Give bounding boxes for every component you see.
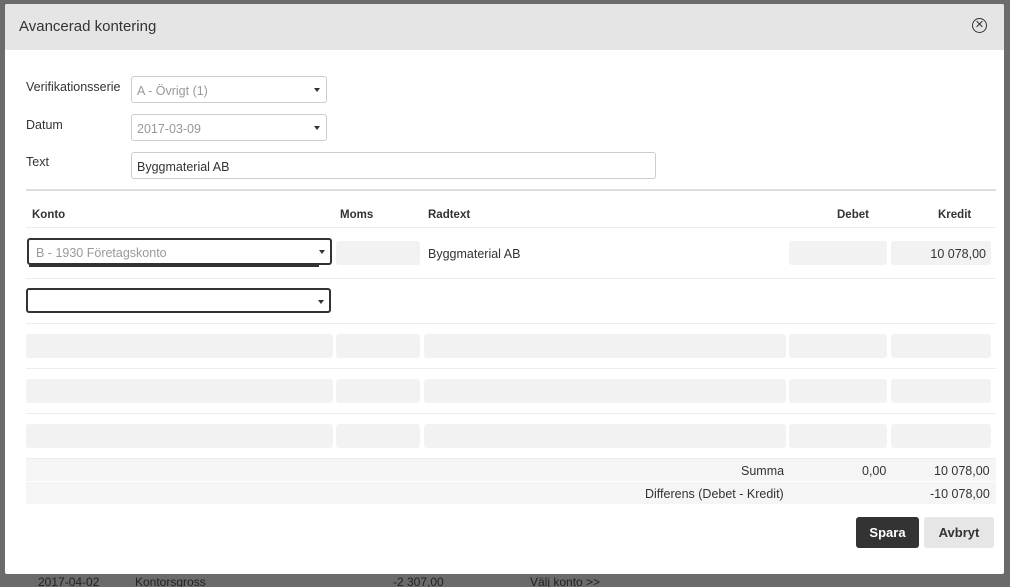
cancel-button[interactable]: Avbryt [924,517,994,548]
row-divider [26,368,996,369]
placeholder-cell [424,379,786,403]
diff-row [26,482,996,504]
placeholder-cell [424,424,786,448]
row-divider [26,323,996,324]
text-field[interactable]: Byggmaterial AB [131,152,656,179]
caret-down-icon [314,88,320,92]
summa-row [26,459,996,481]
placeholder-cell [26,334,333,358]
placeholder-cell [789,424,887,448]
caret-down-icon [314,126,320,130]
diff-value: -10 078,00 [930,487,990,501]
advanced-posting-dialog: Avancerad kontering ✕ Verifikationsserie… [5,4,1004,574]
save-button[interactable]: Spara [856,517,919,548]
form-divider [26,189,996,191]
close-icon[interactable]: ✕ [972,18,987,33]
text-label: Text [26,155,49,169]
dialog-header: Avancerad kontering ✕ [5,4,1004,50]
row2-konto-select[interactable] [26,288,331,313]
header-kredit: Kredit [938,209,972,221]
row1-debet-cell[interactable] [789,241,887,265]
header-radtext: Radtext [428,209,471,221]
row1-moms-cell[interactable] [336,241,420,265]
series-label: Verifikationsserie [26,80,121,94]
placeholder-cell [336,379,420,403]
background-list-row: 2017-04-02 Kontorsgross -2 307,00 Välj k… [0,572,1010,587]
date-label: Datum [26,118,63,132]
date-value: 2017-03-09 [137,122,201,136]
row1-kredit-cell[interactable]: 10 078,00 [891,241,991,265]
row-divider [26,227,996,228]
caret-down-icon [318,300,324,304]
bg-date: 2017-04-02 [38,575,100,587]
header-debet: Debet [837,209,869,221]
placeholder-cell [891,334,991,358]
caret-down-icon [319,250,325,254]
focus-underline [29,265,319,267]
row-divider [26,278,996,279]
row1-radtext[interactable]: Byggmaterial AB [428,247,520,261]
row1-konto-value: B - 1930 Företagskonto [36,246,167,260]
diff-label: Differens (Debet - Kredit) [645,487,784,501]
placeholder-cell [336,334,420,358]
bg-amount: -2 307,00 [393,575,444,587]
placeholder-cell [891,424,991,448]
placeholder-cell [424,334,786,358]
date-select[interactable]: 2017-03-09 [131,114,327,141]
bg-name: Kontorsgross [135,575,206,587]
series-value: A - Övrigt (1) [137,84,208,98]
summa-debet: 0,00 [862,464,887,478]
placeholder-cell [336,424,420,448]
bg-link[interactable]: Välj konto >> [530,575,600,587]
placeholder-cell [789,334,887,358]
series-select[interactable]: A - Övrigt (1) [131,76,327,103]
placeholder-cell [891,379,991,403]
summa-kredit: 10 078,00 [934,464,990,478]
placeholder-cell [26,379,333,403]
placeholder-cell [789,379,887,403]
row1-konto-select[interactable]: B - 1930 Företagskonto [27,238,332,267]
placeholder-cell [26,424,333,448]
row1-kredit-value: 10 078,00 [930,247,986,261]
dialog-title: Avancerad kontering [19,18,157,35]
header-moms: Moms [340,209,374,221]
header-konto: Konto [32,209,66,221]
row-divider [26,413,996,414]
summa-label: Summa [741,464,785,478]
